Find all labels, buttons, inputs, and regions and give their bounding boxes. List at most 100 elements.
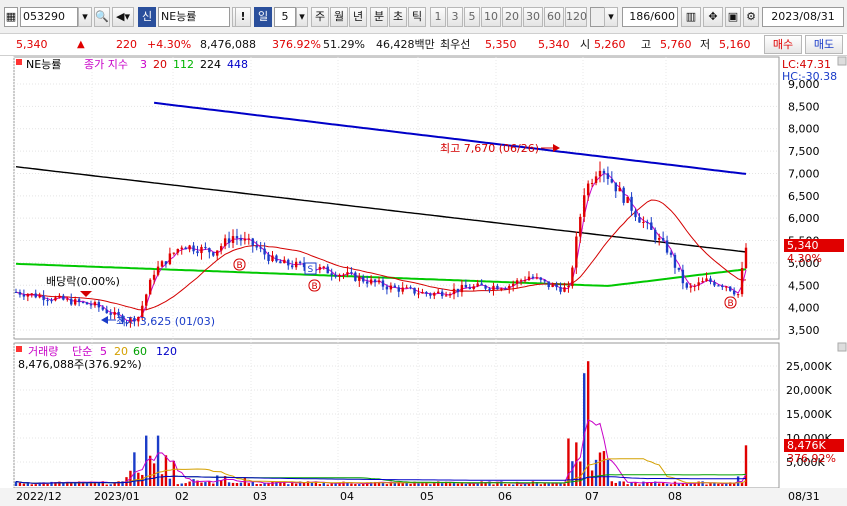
volume-panel-resize-handle[interactable] (837, 342, 847, 352)
volume-bar (579, 461, 582, 486)
signal-marker-buy-3: B (724, 296, 737, 309)
volume-legend-marker-icon (16, 346, 22, 352)
candle-body (58, 295, 61, 298)
legend-title: 종가 지수 (84, 58, 128, 71)
high-annotation: 최고 7,670 (06/26) (440, 142, 539, 155)
candle-body (618, 187, 621, 192)
candle-body (30, 293, 33, 295)
volume-legend-ma120: 120 (156, 345, 177, 358)
candle-body (350, 272, 353, 274)
volume-bar (34, 484, 37, 486)
candle-body (685, 283, 689, 288)
volume-bar (160, 474, 164, 486)
candle-body (417, 293, 420, 295)
candle-body (736, 294, 740, 296)
volume-bar (677, 483, 681, 486)
volume-bar (673, 481, 677, 486)
candle-body (93, 302, 97, 306)
candle-body (515, 280, 519, 284)
volume-bar (598, 452, 602, 486)
volume-bar (417, 483, 420, 486)
candle-body (484, 285, 487, 289)
candle-body (717, 285, 720, 287)
candle-body (488, 288, 491, 290)
y-tick-label: 7,500 (788, 145, 820, 158)
x-tick-label: 05 (420, 490, 434, 503)
volume-bar (665, 483, 669, 486)
candle-body (18, 292, 22, 295)
current-price-tag-text: 5,340 (787, 239, 819, 252)
volume-bar (606, 459, 610, 486)
candle-body (247, 238, 251, 240)
y-tick-label: 6,500 (788, 190, 820, 203)
volume-bar (519, 484, 523, 486)
candle-body (409, 287, 412, 289)
svg-text:B: B (237, 261, 243, 271)
candle-body (298, 261, 302, 263)
candle-body (646, 221, 649, 223)
candle-body (669, 252, 673, 255)
candle-body (614, 182, 617, 192)
candle-body (665, 240, 669, 253)
x-tick-label: 07 (585, 490, 599, 503)
volume-bar (287, 484, 290, 486)
volume-bar (657, 483, 661, 486)
volume-bar (717, 483, 720, 486)
svg-text:S: S (308, 265, 314, 275)
candle-body (610, 178, 614, 183)
volume-bar (464, 483, 468, 486)
candle-body (259, 247, 262, 249)
legend-ma224: 224 (200, 58, 221, 71)
candle-body (504, 288, 507, 290)
candle-body (744, 247, 748, 269)
candle-body (267, 254, 270, 262)
candle-body (50, 300, 53, 302)
volume-bar (531, 481, 535, 486)
candle-body (630, 196, 633, 211)
candle-body (397, 287, 400, 292)
volume-bar (148, 455, 152, 486)
candle-body (705, 278, 708, 282)
candle-body (176, 248, 179, 253)
candle-body (440, 291, 444, 297)
volume-bar (105, 484, 108, 486)
candle-body (519, 280, 523, 282)
candle-body (661, 238, 665, 241)
candle-body (721, 285, 724, 288)
candle-body (369, 279, 373, 284)
legend-ma3: 3 (140, 58, 147, 71)
volume-bar (26, 482, 30, 486)
candle-body (689, 286, 692, 288)
candle-body (468, 287, 471, 290)
candle-body (322, 266, 325, 268)
candle-body (70, 298, 73, 305)
stock-chart[interactable]: 9,0008,5008,0007,5007,0006,5006,0005,500… (0, 0, 847, 506)
volume-bar (448, 483, 452, 486)
candle-body (46, 300, 49, 302)
volume-bar (618, 481, 621, 486)
volume-bar (480, 481, 483, 486)
candle-body (330, 273, 333, 276)
candle-body (725, 286, 728, 288)
candle-body (697, 282, 700, 286)
candle-body (437, 291, 440, 294)
candle-body (429, 293, 432, 296)
volume-legend-ma5: 5 (100, 345, 107, 358)
volume-y-tick-label: 20,000K (786, 384, 832, 397)
candle-body (377, 280, 381, 283)
candle-body (650, 222, 653, 230)
low-annotation: 최저 3,625 (01/03) (116, 315, 215, 328)
candle-body (563, 287, 566, 292)
candle-body (657, 238, 661, 240)
candle-body (583, 195, 586, 217)
current-volume-tag-text: 8,476K (787, 439, 826, 452)
volume-bar (610, 481, 614, 486)
candle-body (188, 245, 191, 250)
candle-body (338, 274, 341, 277)
x-tick-label: 2023/01 (94, 490, 140, 503)
candle-body (354, 272, 357, 281)
candle-body (590, 182, 594, 184)
price-panel-resize-handle[interactable] (837, 56, 847, 66)
candle-body (294, 261, 298, 268)
candle-body (393, 285, 397, 288)
